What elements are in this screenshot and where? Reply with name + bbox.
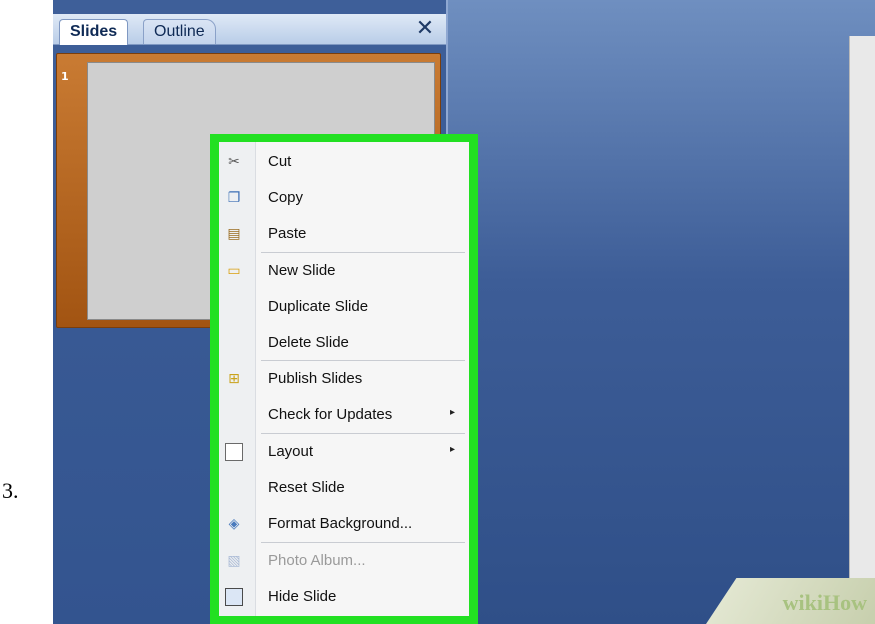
menu-item-label: Format Background... [268, 515, 413, 532]
tab-slides[interactable]: Slides [59, 19, 129, 45]
new-slide-icon: ▭ [227, 263, 241, 279]
menu-item-label: Duplicate Slide [268, 298, 369, 315]
menu-item-hide-slide[interactable]: Hide Slide [219, 580, 469, 614]
watermark-part-2: How [823, 590, 867, 615]
menu-item-check-for-updates[interactable]: Check for Updates ▸ [219, 398, 469, 432]
menu-item-label: Photo Album... [268, 552, 366, 569]
paste-icon: ▤ [227, 226, 241, 242]
menu-item-label: Paste [268, 225, 307, 242]
menu-item-label: Check for Updates [268, 406, 393, 423]
format-background-icon: ◈ [228, 516, 240, 532]
scissors-icon: ✂ [228, 154, 240, 170]
menu-item-label: Copy [268, 189, 304, 206]
menu-item-label: Hide Slide [268, 588, 337, 605]
menu-separator [261, 433, 465, 434]
step-number: 3. [2, 478, 19, 503]
watermark-text: wikiHow [783, 590, 867, 616]
menu-item-new-slide[interactable]: ▭ New Slide [219, 254, 469, 288]
menu-item-format-background[interactable]: ◈ Format Background... [219, 507, 469, 541]
context-menu: ✂ Cut ❐ Copy ▤ Paste ▭ New Slide Duplica… [219, 142, 469, 616]
slide-number: 1 [61, 70, 69, 83]
menu-item-reset-slide[interactable]: Reset Slide [219, 471, 469, 505]
menu-item-publish-slides[interactable]: ⊞ Publish Slides [219, 362, 469, 396]
close-icon[interactable]: ✕ [414, 18, 436, 40]
menu-item-duplicate-slide[interactable]: Duplicate Slide [219, 290, 469, 324]
menu-item-label: Delete Slide [268, 334, 349, 351]
submenu-arrow-icon: ▸ [449, 444, 455, 455]
layout-icon [225, 443, 243, 461]
pane-tab-bar: Slides Outline ✕ [53, 14, 446, 45]
menu-item-paste[interactable]: ▤ Paste [219, 217, 469, 251]
menu-item-delete-slide[interactable]: Delete Slide [219, 326, 469, 360]
menu-item-label: New Slide [268, 262, 336, 279]
menu-separator [261, 252, 465, 253]
watermark-part-1: wiki [782, 590, 823, 615]
menu-item-layout[interactable]: Layout ▸ [219, 435, 469, 469]
menu-separator [261, 542, 465, 543]
menu-item-copy[interactable]: ❐ Copy [219, 181, 469, 215]
menu-item-photo-album: ▧ Photo Album... [219, 544, 469, 578]
copy-icon: ❐ [227, 190, 241, 206]
menu-item-label: Publish Slides [268, 370, 363, 387]
menu-item-label: Layout [268, 443, 314, 460]
tab-outline[interactable]: Outline [143, 19, 216, 44]
menu-item-label: Cut [268, 153, 292, 170]
menu-item-label: Reset Slide [268, 479, 345, 496]
photo-album-icon: ▧ [227, 553, 241, 569]
menu-separator [261, 360, 465, 361]
hide-slide-icon [225, 588, 243, 606]
publish-slides-icon: ⊞ [228, 371, 240, 387]
submenu-arrow-icon: ▸ [449, 407, 455, 418]
menu-item-cut[interactable]: ✂ Cut [219, 145, 469, 179]
slide-canvas[interactable] [849, 36, 875, 624]
